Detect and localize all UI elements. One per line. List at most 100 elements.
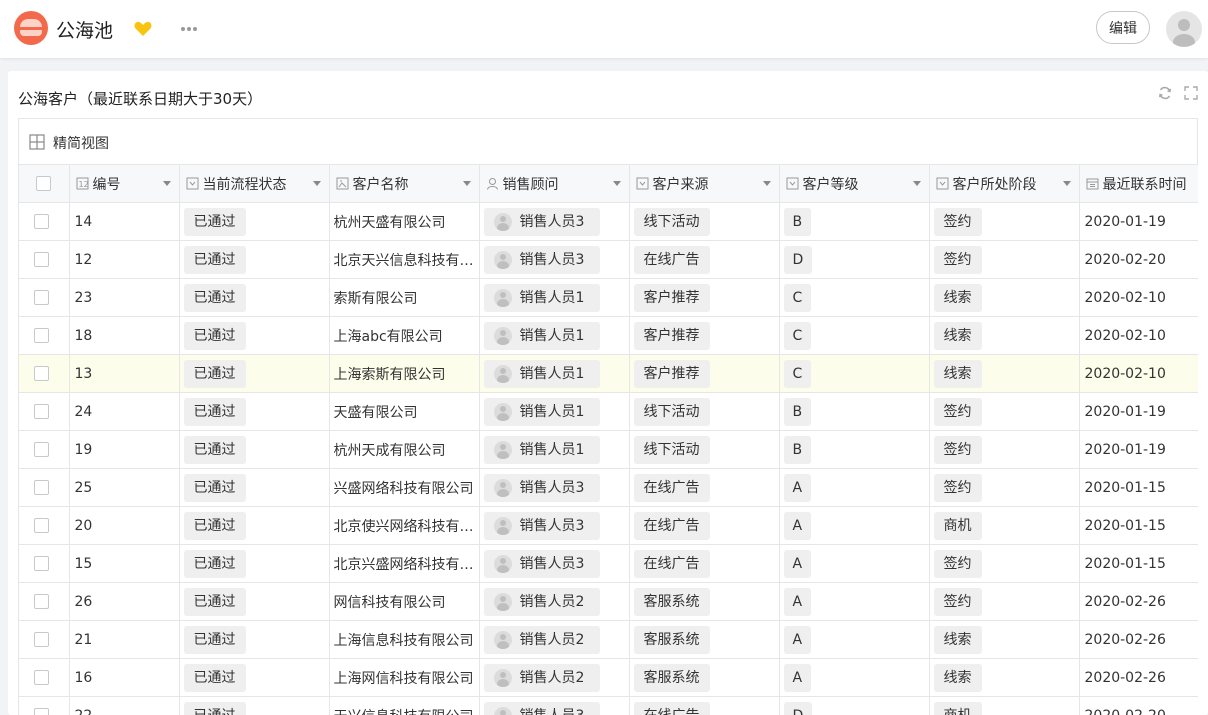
cell-name[interactable]: 上海abc有限公司 bbox=[329, 316, 480, 355]
table-row[interactable]: 26 已通过 网信科技有限公司 销售人员2 客服系统 A 签约 2020-02-… bbox=[19, 582, 1198, 621]
cell-name[interactable]: 杭州天成有限公司 bbox=[329, 430, 480, 469]
cell-name[interactable]: 天盛有限公司 bbox=[329, 392, 480, 431]
row-checkbox[interactable] bbox=[34, 366, 49, 381]
app-logo-icon[interactable] bbox=[14, 11, 48, 45]
cell-name[interactable]: 索斯有限公司 bbox=[329, 278, 480, 317]
cell-name[interactable]: 上海信息科技有限公司 bbox=[329, 620, 480, 659]
row-checkbox[interactable] bbox=[34, 632, 49, 647]
status-tag: 已通过 bbox=[183, 511, 246, 540]
grade-tag: A bbox=[783, 625, 812, 654]
chevron-down-icon[interactable] bbox=[162, 181, 171, 186]
cell-source: 在线广告 bbox=[629, 544, 780, 583]
cell-sales: 销售人员3 bbox=[479, 202, 630, 241]
sales-tag[interactable]: 销售人员3 bbox=[483, 701, 601, 715]
row-checkbox[interactable] bbox=[34, 670, 49, 685]
table-row[interactable]: 18 已通过 上海abc有限公司 销售人员1 客户推荐 C 线索 2020-02… bbox=[19, 316, 1198, 355]
column-header-id[interactable]: 12 编号 bbox=[69, 164, 180, 203]
card-title: 公海客户（最近联系日期大于30天） bbox=[18, 90, 263, 108]
row-checkbox[interactable] bbox=[34, 252, 49, 267]
chevron-down-icon[interactable] bbox=[912, 181, 921, 186]
table-row[interactable]: 24 已通过 天盛有限公司 销售人员1 线下活动 B 签约 2020-01-19 bbox=[19, 392, 1198, 431]
sales-tag[interactable]: 销售人员3 bbox=[483, 473, 601, 502]
column-header-stage[interactable]: 客户所处阶段 bbox=[929, 164, 1080, 203]
source-tag: 客户推荐 bbox=[633, 321, 710, 350]
row-checkbox[interactable] bbox=[34, 214, 49, 229]
row-checkbox[interactable] bbox=[34, 708, 49, 715]
column-header-grade[interactable]: 客户等级 bbox=[779, 164, 930, 203]
cell-name[interactable]: 北京天兴信息科技有限公司 bbox=[329, 240, 480, 279]
cell-stage: 签约 bbox=[929, 430, 1080, 469]
chevron-down-icon[interactable] bbox=[612, 181, 621, 186]
sales-name: 销售人员2 bbox=[519, 631, 585, 648]
row-select-cell bbox=[19, 202, 70, 241]
table-row[interactable]: 20 已通过 北京使兴网络科技有限公司 销售人员3 在线广告 A 商机 2020… bbox=[19, 506, 1198, 545]
row-checkbox[interactable] bbox=[34, 290, 49, 305]
grade-tag: D bbox=[783, 701, 813, 715]
cell-grade: A bbox=[779, 582, 930, 621]
sales-tag[interactable]: 销售人员1 bbox=[483, 397, 601, 426]
fullscreen-icon[interactable] bbox=[1184, 86, 1198, 100]
chevron-down-icon[interactable] bbox=[1062, 181, 1071, 186]
cell-name[interactable]: 北京兴盛网络科技有限公司 bbox=[329, 544, 480, 583]
row-checkbox[interactable] bbox=[34, 404, 49, 419]
cell-name[interactable]: 网信科技有限公司 bbox=[329, 582, 480, 621]
sales-tag[interactable]: 销售人员2 bbox=[483, 587, 601, 616]
table-row[interactable]: 13 已通过 上海索斯有限公司 销售人员1 客户推荐 C 线索 2020-02-… bbox=[19, 354, 1198, 393]
table-row[interactable]: 16 已通过 上海网信科技有限公司 销售人员2 客服系统 A 线索 2020-0… bbox=[19, 658, 1198, 697]
column-header-sales[interactable]: 销售顾问 bbox=[479, 164, 630, 203]
table-row[interactable]: 23 已通过 索斯有限公司 销售人员1 客户推荐 C 线索 2020-02-10 bbox=[19, 278, 1198, 317]
select-all-checkbox[interactable] bbox=[36, 176, 51, 191]
stage-tag: 签约 bbox=[933, 397, 982, 426]
row-checkbox[interactable] bbox=[34, 442, 49, 457]
sales-tag[interactable]: 销售人员2 bbox=[483, 625, 601, 654]
heart-icon[interactable] bbox=[133, 19, 153, 39]
table-row[interactable]: 19 已通过 杭州天成有限公司 销售人员1 线下活动 B 签约 2020-01-… bbox=[19, 430, 1198, 469]
grade-tag: B bbox=[783, 397, 812, 426]
cell-name[interactable]: 兴盛网络科技有限公司 bbox=[329, 468, 480, 507]
cell-sales: 销售人员1 bbox=[479, 430, 630, 469]
row-checkbox[interactable] bbox=[34, 594, 49, 609]
chevron-down-icon[interactable] bbox=[462, 181, 471, 186]
sales-tag[interactable]: 销售人员3 bbox=[483, 549, 601, 578]
cell-name[interactable]: 杭州天盛有限公司 bbox=[329, 202, 480, 241]
sales-tag[interactable]: 销售人员3 bbox=[483, 207, 601, 236]
sales-tag[interactable]: 销售人员1 bbox=[483, 435, 601, 464]
sales-tag[interactable]: 销售人员3 bbox=[483, 511, 601, 540]
column-header-status[interactable]: 当前流程状态 bbox=[179, 164, 330, 203]
column-header-date[interactable]: 最近联系时间 bbox=[1079, 164, 1198, 203]
sales-tag[interactable]: 销售人员1 bbox=[483, 359, 601, 388]
sales-tag[interactable]: 销售人员2 bbox=[483, 663, 601, 692]
row-checkbox[interactable] bbox=[34, 518, 49, 533]
table-row[interactable]: 12 已通过 北京天兴信息科技有限公司 销售人员3 在线广告 D 签约 2020… bbox=[19, 240, 1198, 279]
sales-tag[interactable]: 销售人员1 bbox=[483, 283, 601, 312]
sales-tag[interactable]: 销售人员1 bbox=[483, 321, 601, 350]
edit-button[interactable]: 编辑 bbox=[1096, 11, 1150, 44]
table-row[interactable]: 15 已通过 北京兴盛网络科技有限公司 销售人员3 在线广告 A 签约 2020… bbox=[19, 544, 1198, 583]
row-select-cell bbox=[19, 620, 70, 659]
column-header-name[interactable]: 客户名称 bbox=[329, 164, 480, 203]
user-avatar-icon bbox=[493, 364, 512, 383]
row-checkbox[interactable] bbox=[34, 556, 49, 571]
table-row[interactable]: 25 已通过 兴盛网络科技有限公司 销售人员3 在线广告 A 签约 2020-0… bbox=[19, 468, 1198, 507]
grade-tag: C bbox=[783, 359, 812, 388]
cell-name[interactable]: 北京使兴网络科技有限公司 bbox=[329, 506, 480, 545]
cell-id: 13 bbox=[69, 354, 180, 393]
cell-name[interactable]: 天兴信息科技有限公司 bbox=[329, 696, 480, 715]
column-header-source[interactable]: 客户来源 bbox=[629, 164, 780, 203]
sales-tag[interactable]: 销售人员3 bbox=[483, 245, 601, 274]
refresh-icon[interactable] bbox=[1158, 86, 1172, 100]
chevron-down-icon[interactable] bbox=[762, 181, 771, 186]
view-selector[interactable]: 精简视图 bbox=[53, 133, 109, 153]
table-row[interactable]: 21 已通过 上海信息科技有限公司 销售人员2 客服系统 A 线索 2020-0… bbox=[19, 620, 1198, 659]
cell-name[interactable]: 上海网信科技有限公司 bbox=[329, 658, 480, 697]
user-avatar[interactable] bbox=[1166, 11, 1202, 47]
chevron-down-icon[interactable] bbox=[312, 181, 321, 186]
table-row[interactable]: 22 已通过 天兴信息科技有限公司 销售人员3 在线广告 D 商机 2020-0… bbox=[19, 696, 1198, 715]
cell-name[interactable]: 上海索斯有限公司 bbox=[329, 354, 480, 393]
row-checkbox[interactable] bbox=[34, 328, 49, 343]
cell-source: 线下活动 bbox=[629, 430, 780, 469]
column-label: 客户名称 bbox=[352, 176, 409, 193]
table-row[interactable]: 14 已通过 杭州天盛有限公司 销售人员3 线下活动 B 签约 2020-01-… bbox=[19, 202, 1198, 241]
more-icon[interactable] bbox=[180, 26, 198, 32]
row-checkbox[interactable] bbox=[34, 480, 49, 495]
